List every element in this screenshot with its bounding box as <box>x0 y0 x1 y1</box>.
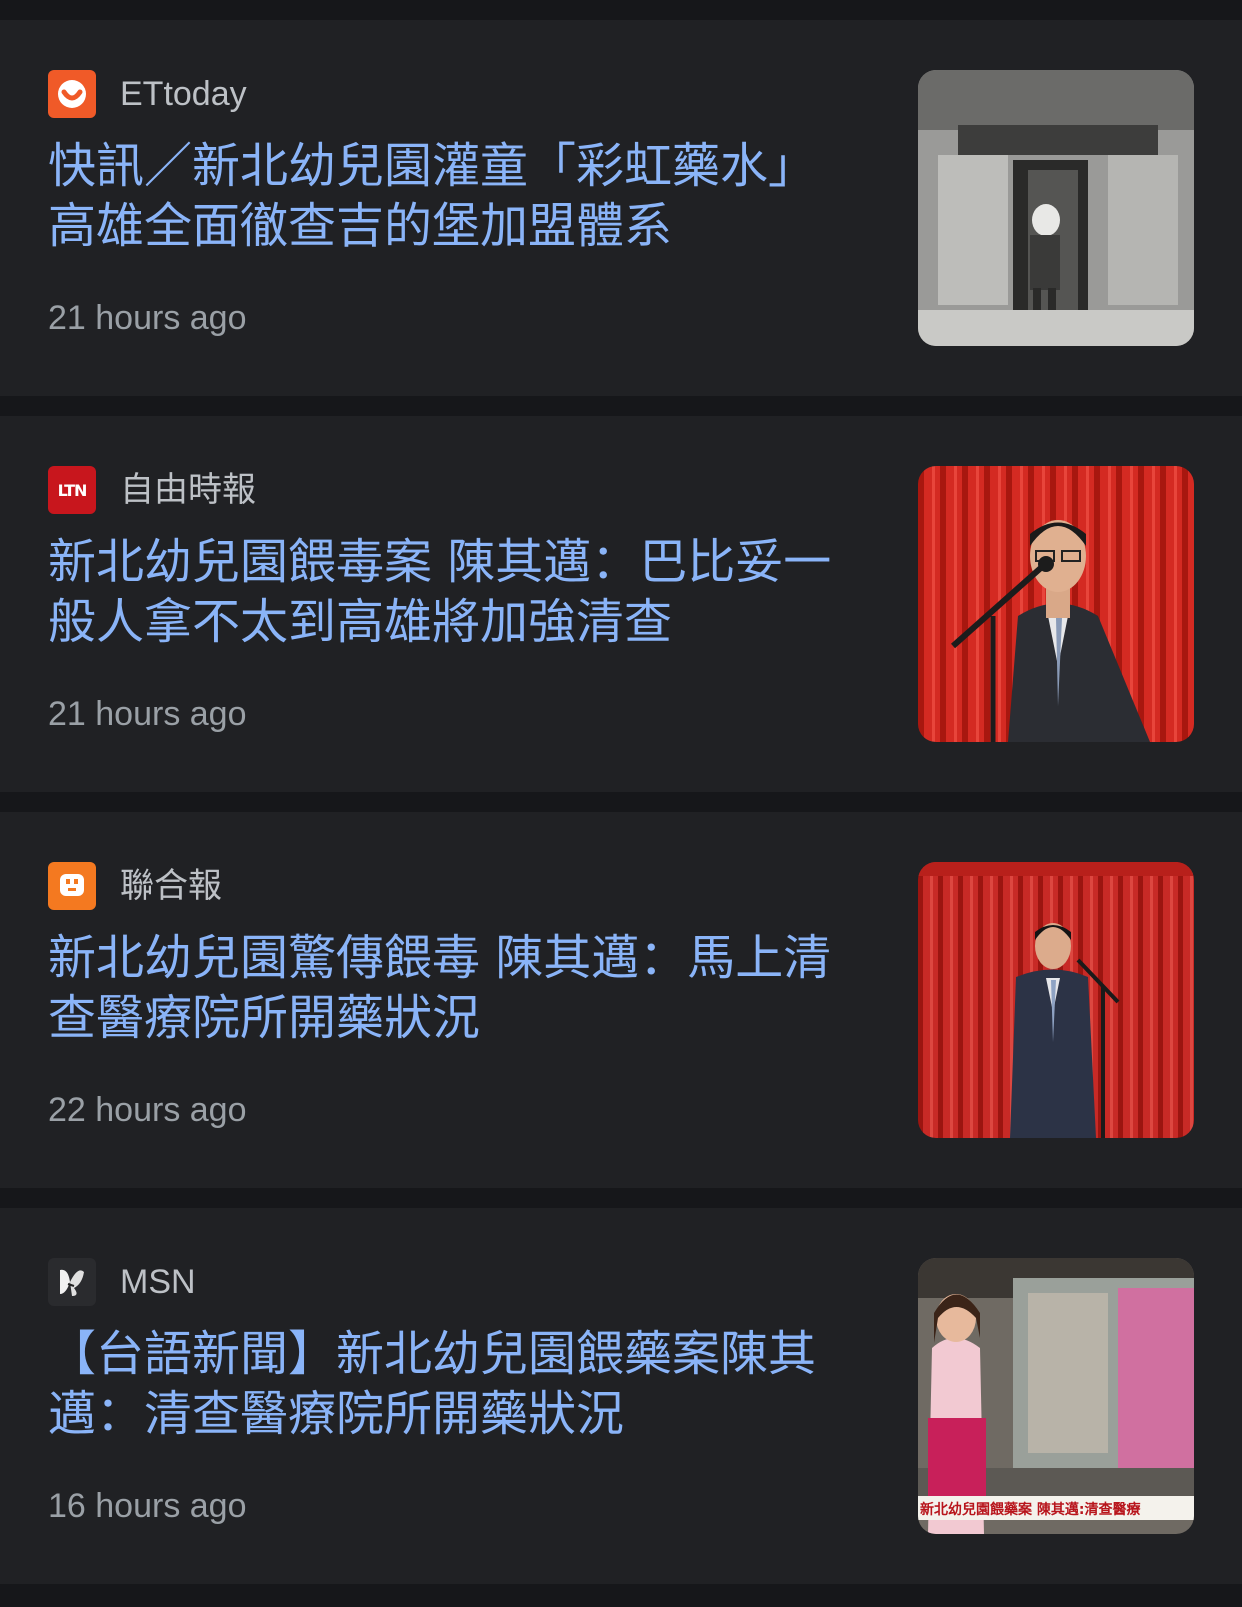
article-timestamp: 21 hours ago <box>48 695 247 733</box>
source-name: ETtoday <box>120 75 247 113</box>
thumbnail-caption: 新北幼兒園餵藥案 陳其邁:清查醫療 <box>920 1501 1141 1518</box>
source-name: 自由時報 <box>120 471 256 509</box>
article-headline[interactable]: 快訊／新北幼兒園灌童「彩虹藥水」 高雄全面徹查吉的堡加盟體系 <box>48 136 840 256</box>
news-source: 聯合報 <box>48 862 222 910</box>
article-timestamp: 22 hours ago <box>48 1091 247 1129</box>
article-headline[interactable]: 【台語新聞】新北幼兒園餵藥案陳其邁：清查醫療院所開藥狀況 <box>48 1324 838 1444</box>
msn-logo-icon <box>48 1258 96 1306</box>
news-card[interactable]: MSN 【台語新聞】新北幼兒園餵藥案陳其邁：清查醫療院所開藥狀況 16 hour… <box>0 1208 1242 1584</box>
news-card[interactable]: 聯合報 新北幼兒園驚傳餵毒 陳其邁：馬上清查醫療院所開藥狀況 22 hours … <box>0 812 1242 1188</box>
news-source: LTN 自由時報 <box>48 466 256 514</box>
article-timestamp: 21 hours ago <box>48 299 247 337</box>
udn-logo-icon <box>48 862 96 910</box>
article-thumbnail[interactable]: 新北幼兒園餵藥案 陳其邁:清查醫療 <box>918 1258 1194 1534</box>
news-card[interactable]: ETtoday 快訊／新北幼兒園灌童「彩虹藥水」 高雄全面徹查吉的堡加盟體系 2… <box>0 20 1242 396</box>
article-headline[interactable]: 新北幼兒園餵毒案 陳其邁：巴比妥一般人拿不太到高雄將加強清查 <box>48 532 838 652</box>
news-source: MSN <box>48 1258 196 1306</box>
source-name: 聯合報 <box>120 867 222 905</box>
news-source: ETtoday <box>48 70 247 118</box>
article-timestamp: 16 hours ago <box>48 1487 247 1525</box>
article-thumbnail[interactable] <box>918 862 1194 1138</box>
ltn-logo-text: LTN <box>57 480 88 500</box>
ltn-logo-icon: LTN <box>48 466 96 514</box>
ettoday-logo-icon <box>48 70 96 118</box>
article-thumbnail[interactable] <box>918 466 1194 742</box>
source-name: MSN <box>120 1263 196 1301</box>
article-thumbnail[interactable] <box>918 70 1194 346</box>
news-card[interactable]: LTN 自由時報 新北幼兒園餵毒案 陳其邁：巴比妥一般人拿不太到高雄將加強清查 … <box>0 416 1242 792</box>
news-feed: ETtoday 快訊／新北幼兒園灌童「彩虹藥水」 高雄全面徹查吉的堡加盟體系 2… <box>0 0 1242 1607</box>
article-headline[interactable]: 新北幼兒園驚傳餵毒 陳其邁：馬上清查醫療院所開藥狀況 <box>48 928 838 1048</box>
